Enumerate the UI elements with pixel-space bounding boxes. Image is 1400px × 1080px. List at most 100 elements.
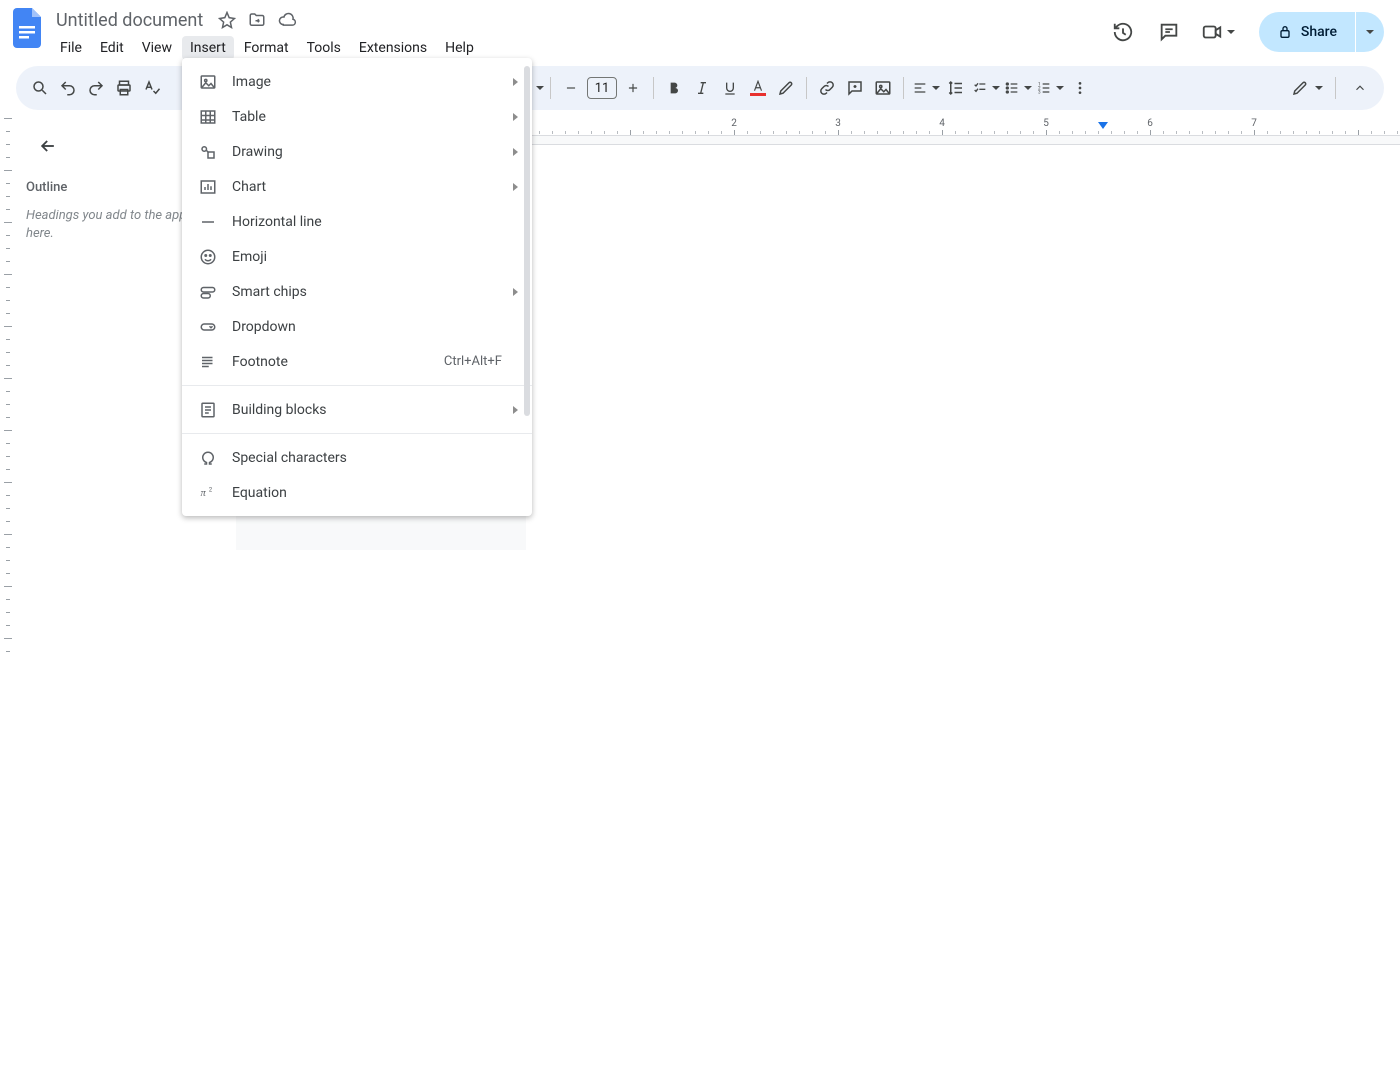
menu-item-label: Emoji: [232, 249, 516, 265]
numbered-list-icon[interactable]: 123: [1034, 74, 1066, 102]
menubar: FileEditViewInsertFormatToolsExtensionsH…: [52, 36, 1109, 60]
star-icon[interactable]: [217, 10, 237, 30]
menu-item-label: Special characters: [232, 450, 516, 466]
menu-item-table[interactable]: Table: [182, 99, 532, 134]
menu-item-emoji[interactable]: Emoji: [182, 239, 532, 274]
comments-icon[interactable]: [1155, 18, 1183, 46]
checklist-icon[interactable]: [970, 74, 1002, 102]
link-icon[interactable]: [813, 74, 841, 102]
menu-item-label: Image: [232, 74, 516, 90]
cloud-status-icon[interactable]: [277, 10, 297, 30]
submenu-arrow-icon: [513, 406, 518, 414]
share-label: Share: [1301, 24, 1337, 40]
search-icon[interactable]: [26, 74, 54, 102]
menu-item-smart-chips[interactable]: Smart chips: [182, 274, 532, 309]
footnote-icon: [198, 352, 218, 372]
decrease-font-icon[interactable]: [557, 74, 585, 102]
submenu-arrow-icon: [513, 288, 518, 296]
page[interactable]: [526, 144, 1400, 1080]
font-size-input[interactable]: 11: [587, 77, 617, 99]
submenu-arrow-icon: [513, 148, 518, 156]
bold-icon[interactable]: [660, 74, 688, 102]
image-icon: [198, 72, 218, 92]
more-icon[interactable]: [1066, 74, 1094, 102]
ruler-label: 6: [1147, 118, 1153, 129]
collapse-toolbar-icon[interactable]: [1346, 74, 1374, 102]
menubar-item-edit[interactable]: Edit: [92, 36, 132, 60]
menubar-item-view[interactable]: View: [134, 36, 180, 60]
hline-icon: [198, 212, 218, 232]
menu-item-label: Dropdown: [232, 319, 516, 335]
italic-icon[interactable]: [688, 74, 716, 102]
menu-item-footnote[interactable]: Footnote Ctrl+Alt+F: [182, 344, 532, 379]
share-button[interactable]: Share: [1259, 12, 1355, 52]
smartchips-icon: [198, 282, 218, 302]
submenu-arrow-icon: [513, 183, 518, 191]
share-dropdown[interactable]: [1356, 12, 1384, 52]
menubar-item-help[interactable]: Help: [437, 36, 482, 60]
underline-icon[interactable]: [716, 74, 744, 102]
drawing-icon: [198, 142, 218, 162]
menu-item-image[interactable]: Image: [182, 64, 532, 99]
menu-item-label: Horizontal line: [232, 214, 516, 230]
menu-item-chart[interactable]: Chart: [182, 169, 532, 204]
bulleted-list-icon[interactable]: [1002, 74, 1034, 102]
docs-logo-icon[interactable]: [10, 10, 46, 46]
ruler-label: 7: [1251, 118, 1257, 129]
indent-marker-icon[interactable]: [1098, 122, 1108, 129]
ruler-label: 2: [731, 118, 737, 129]
table-icon: [198, 107, 218, 127]
equation-icon: π2: [198, 483, 218, 503]
outline-back-icon[interactable]: [34, 132, 62, 160]
menu-item-equation[interactable]: π2 Equation: [182, 475, 532, 510]
history-icon[interactable]: [1109, 18, 1137, 46]
menu-item-drawing[interactable]: Drawing: [182, 134, 532, 169]
submenu-arrow-icon: [513, 78, 518, 86]
header: Untitled document FileEditViewInsertForm…: [0, 0, 1400, 60]
omega-icon: [198, 448, 218, 468]
print-icon[interactable]: [110, 74, 138, 102]
font-dropdown-arrow-icon[interactable]: [536, 86, 544, 90]
svg-text:π: π: [201, 488, 207, 499]
menu-item-label: Smart chips: [232, 284, 516, 300]
insert-image-icon[interactable]: [869, 74, 897, 102]
menubar-item-tools[interactable]: Tools: [299, 36, 349, 60]
menu-item-label: Building blocks: [232, 402, 516, 418]
menubar-item-file[interactable]: File: [52, 36, 90, 60]
menu-item-building-blocks[interactable]: Building blocks: [182, 392, 532, 427]
menubar-item-extensions[interactable]: Extensions: [351, 36, 435, 60]
ruler-label: 5: [1043, 118, 1049, 129]
add-comment-icon[interactable]: [841, 74, 869, 102]
align-icon[interactable]: [910, 74, 942, 102]
text-color-icon[interactable]: [744, 74, 772, 102]
blocks-icon: [198, 400, 218, 420]
menu-item-label: Chart: [232, 179, 516, 195]
document-title[interactable]: Untitled document: [52, 8, 207, 33]
chart-icon: [198, 177, 218, 197]
menu-item-horizontal-line[interactable]: Horizontal line: [182, 204, 532, 239]
editing-mode-icon[interactable]: [1289, 74, 1325, 102]
ruler-label: 4: [939, 118, 945, 129]
chevron-down-icon: [1227, 30, 1235, 34]
meet-icon[interactable]: [1201, 18, 1235, 46]
menu-item-label: Drawing: [232, 144, 516, 160]
move-folder-icon[interactable]: [247, 10, 267, 30]
menubar-item-insert[interactable]: Insert: [182, 36, 234, 60]
menubar-item-format[interactable]: Format: [236, 36, 297, 60]
menu-item-label: Equation: [232, 485, 516, 501]
line-spacing-icon[interactable]: [942, 74, 970, 102]
menu-item-label: Table: [232, 109, 516, 125]
svg-text:3: 3: [1038, 89, 1041, 95]
spellcheck-icon[interactable]: [138, 74, 166, 102]
insert-menu-dropdown: Image Table Drawing Chart Horizontal line Emo…: [182, 58, 532, 516]
menu-item-shortcut: Ctrl+Alt+F: [444, 354, 502, 369]
highlight-icon[interactable]: [772, 74, 800, 102]
redo-icon[interactable]: [82, 74, 110, 102]
menu-item-special-characters[interactable]: Special characters: [182, 440, 532, 475]
menu-item-label: Footnote: [232, 354, 430, 370]
increase-font-icon[interactable]: [619, 74, 647, 102]
svg-text:2: 2: [209, 486, 213, 493]
undo-icon[interactable]: [54, 74, 82, 102]
emoji-icon: [198, 247, 218, 267]
menu-item-dropdown[interactable]: Dropdown: [182, 309, 532, 344]
